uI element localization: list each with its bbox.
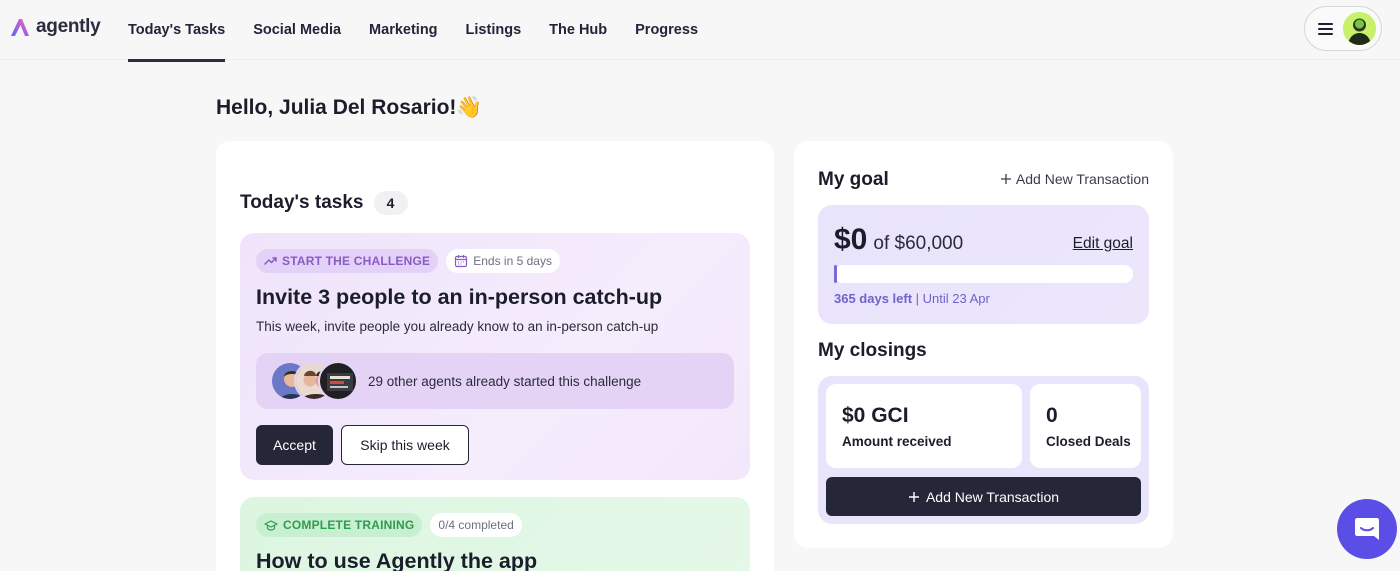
gci-stat: $0 GCI Amount received bbox=[826, 384, 1022, 468]
calendar-icon bbox=[455, 255, 468, 268]
training-badges: COMPLETE TRAINING 0/4 completed bbox=[256, 513, 522, 537]
goal-until: | Until 23 Apr bbox=[915, 291, 990, 306]
plus-icon bbox=[1000, 174, 1011, 184]
closed-deals-stat: 0 Closed Deals bbox=[1030, 384, 1141, 468]
nav-item-listings[interactable]: Listings bbox=[466, 0, 522, 60]
training-progress-label: 0/4 completed bbox=[438, 518, 514, 532]
goal-progress-box: $0 of $60,000 Edit goal 365 days left | … bbox=[818, 205, 1149, 324]
challenge-badges: START THE CHALLENGE Ends in 5 days bbox=[256, 249, 560, 273]
goal-card: My goal Add New Transaction $0 of $60,00… bbox=[794, 141, 1173, 548]
closings-title: My closings bbox=[818, 340, 927, 361]
closed-deals-value: 0 bbox=[1046, 404, 1058, 427]
challenge-task-card: START THE CHALLENGE Ends in 5 days Invit… bbox=[240, 233, 750, 480]
goal-amount: $0 of $60,000 bbox=[834, 223, 963, 257]
nav-item-progress[interactable]: Progress bbox=[635, 0, 698, 60]
add-new-transaction-label: Add New Transaction bbox=[925, 488, 1060, 505]
top-navigation-bar: agently Today's Tasks Social Media Marke… bbox=[0, 0, 1400, 62]
days-left: 365 days left bbox=[834, 291, 913, 306]
main-nav: Today's Tasks Social Media Marketing Lis… bbox=[128, 0, 726, 62]
closings-box: $0 GCI Amount received 0 Closed Deals Ad… bbox=[818, 376, 1149, 524]
agents-count-text: 29 other agents already started this cha… bbox=[368, 373, 642, 389]
challenge-deadline-badge: Ends in 5 days bbox=[446, 249, 560, 273]
goal-progress-bar bbox=[834, 265, 1133, 283]
training-task-card[interactable]: COMPLETE TRAINING 0/4 completed How to u… bbox=[240, 497, 750, 571]
challenge-title: Invite 3 people to an in-person catch-up bbox=[256, 285, 663, 309]
participating-agents: 29 other agents already started this cha… bbox=[256, 353, 734, 409]
training-title: How to use Agently the app bbox=[256, 549, 538, 571]
closed-deals-label: Closed Deals bbox=[1046, 434, 1131, 449]
agent-avatar bbox=[318, 361, 358, 401]
challenge-deadline-label: Ends in 5 days bbox=[473, 254, 552, 268]
agent-avatars bbox=[270, 361, 358, 401]
support-chat-button[interactable] bbox=[1337, 499, 1397, 559]
tasks-count-badge: 4 bbox=[373, 191, 408, 215]
challenge-description: This week, invite people you already kno… bbox=[256, 319, 659, 334]
goal-timeline: 365 days left | Until 23 Apr bbox=[834, 291, 990, 306]
hamburger-icon bbox=[1318, 22, 1333, 35]
graduation-cap-icon bbox=[264, 519, 278, 531]
training-type-badge: COMPLETE TRAINING bbox=[256, 513, 423, 537]
nav-item-marketing[interactable]: Marketing bbox=[369, 0, 438, 60]
account-menu-button[interactable] bbox=[1304, 6, 1382, 51]
challenge-type-badge: START THE CHALLENGE bbox=[256, 249, 439, 273]
add-transaction-link[interactable]: Add New Transaction bbox=[1000, 171, 1149, 187]
gci-label: Amount received bbox=[842, 434, 952, 449]
nav-item-todays-tasks[interactable]: Today's Tasks bbox=[128, 0, 226, 62]
goal-target-value: of $60,000 bbox=[873, 233, 964, 254]
trending-up-icon bbox=[264, 257, 277, 265]
chat-icon bbox=[1355, 518, 1379, 540]
add-new-transaction-button[interactable]: Add New Transaction bbox=[826, 477, 1141, 516]
agently-logo[interactable]: agently bbox=[9, 16, 101, 38]
goal-current-value: $0 bbox=[834, 223, 868, 256]
gci-value: $0 GCI bbox=[842, 404, 909, 427]
goal-progress-fill bbox=[834, 265, 837, 283]
todays-tasks-card: Today's tasks 4 START THE CHALLENGE Ends… bbox=[216, 141, 774, 571]
training-progress-badge: 0/4 completed bbox=[430, 513, 522, 537]
greeting-heading: Hello, Julia Del Rosario!👋 bbox=[216, 96, 483, 119]
agently-logo-icon bbox=[11, 19, 29, 36]
tasks-title: Today's tasks bbox=[240, 192, 364, 213]
nav-item-the-hub[interactable]: The Hub bbox=[549, 0, 607, 60]
challenge-type-label: START THE CHALLENGE bbox=[282, 254, 431, 268]
nav-item-social-media[interactable]: Social Media bbox=[253, 0, 341, 60]
avatar bbox=[1343, 12, 1376, 45]
tasks-header: Today's tasks 4 bbox=[240, 191, 408, 215]
goal-title: My goal bbox=[818, 169, 889, 190]
plus-icon bbox=[908, 491, 919, 502]
edit-goal-link[interactable]: Edit goal bbox=[1073, 235, 1133, 253]
skip-this-week-button[interactable]: Skip this week bbox=[341, 425, 469, 465]
accept-button[interactable]: Accept bbox=[256, 425, 333, 465]
training-type-label: COMPLETE TRAINING bbox=[283, 518, 415, 532]
brand-name: agently bbox=[36, 16, 101, 37]
add-transaction-link-label: Add New Transaction bbox=[1015, 171, 1149, 187]
